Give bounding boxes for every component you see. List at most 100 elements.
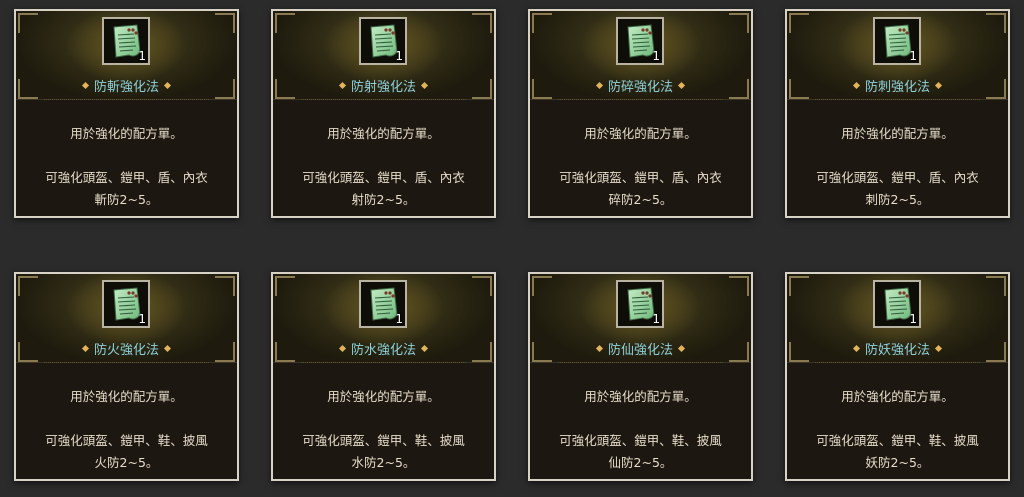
item-title-row: 防斬強化法 (16, 75, 237, 95)
item-name: 防斬強化法 (93, 80, 159, 95)
item-description: 用於強化的配方單。 (841, 126, 954, 141)
diamond-icon (677, 81, 686, 90)
item-title-row: 防水強化法 (273, 338, 494, 358)
tooltip-header: 1 防妖強化法 (787, 274, 1008, 363)
divider (558, 362, 723, 363)
item-title-row: 防仙強化法 (530, 338, 751, 358)
item-quantity: 1 (395, 312, 403, 326)
item-description: 用於強化的配方單。 (584, 126, 697, 141)
ornament-corner (472, 13, 492, 33)
item-slot[interactable]: 1 (102, 280, 150, 328)
ornament-corner (986, 13, 1006, 33)
item-name: 防碎強化法 (607, 80, 673, 95)
item-title-row: 防火強化法 (16, 338, 237, 358)
item-enhance-targets: 可強化頭盔、鎧甲、鞋、披風 (302, 433, 465, 448)
item-name: 防水強化法 (350, 343, 416, 358)
item-defense-bonus: 碎防2~5。 (608, 192, 673, 207)
item-quantity: 1 (909, 312, 917, 326)
item-tooltip-card: 1 防斬強化法 用於強化的配方單。 可強化頭盔、鎧甲、盾、內衣 斬防2~5。 (14, 9, 239, 218)
item-defense-bonus: 妖防2~5。 (865, 455, 930, 470)
ornament-corner (789, 276, 809, 296)
item-enhance-targets: 可強化頭盔、鎧甲、鞋、披風 (45, 433, 208, 448)
diamond-icon (81, 81, 90, 90)
ornament-corner (532, 13, 552, 33)
diamond-icon (338, 344, 347, 353)
item-title-row: 防妖強化法 (787, 338, 1008, 358)
item-defense-bonus: 刺防2~5。 (865, 192, 930, 207)
ornament-corner (532, 276, 552, 296)
item-slot[interactable]: 1 (616, 17, 664, 65)
item-tooltip-card: 1 防水強化法 用於強化的配方單。 可強化頭盔、鎧甲、鞋、披風 水防2~5。 (271, 272, 496, 481)
item-enhance-targets: 可強化頭盔、鎧甲、盾、內衣 (302, 170, 465, 185)
ornament-corner (472, 276, 492, 296)
ornament-corner (789, 13, 809, 33)
item-tooltip-card: 1 防射強化法 用於強化的配方單。 可強化頭盔、鎧甲、盾、內衣 射防2~5。 (271, 9, 496, 218)
item-description: 用於強化的配方單。 (584, 389, 697, 404)
ornament-corner (275, 276, 295, 296)
item-quantity: 1 (138, 312, 146, 326)
item-slot[interactable]: 1 (359, 17, 407, 65)
item-quantity: 1 (138, 49, 146, 63)
diamond-icon (163, 344, 172, 353)
item-quantity: 1 (395, 49, 403, 63)
tooltip-header: 1 防碎強化法 (530, 11, 751, 100)
item-slot[interactable]: 1 (102, 17, 150, 65)
item-name: 防刺強化法 (864, 80, 930, 95)
tooltip-header: 1 防刺強化法 (787, 11, 1008, 100)
item-tooltip-card: 1 防刺強化法 用於強化的配方單。 可強化頭盔、鎧甲、盾、內衣 刺防2~5。 (785, 9, 1010, 218)
item-tooltip-card: 1 防碎強化法 用於強化的配方單。 可強化頭盔、鎧甲、盾、內衣 碎防2~5。 (528, 9, 753, 218)
item-name: 防射強化法 (350, 80, 416, 95)
item-title-row: 防碎強化法 (530, 75, 751, 95)
divider (44, 362, 209, 363)
tooltip-header: 1 防火強化法 (16, 274, 237, 363)
ornament-corner (729, 13, 749, 33)
item-slot[interactable]: 1 (873, 280, 921, 328)
item-enhance-targets: 可強化頭盔、鎧甲、盾、內衣 (45, 170, 208, 185)
diamond-icon (420, 344, 429, 353)
tooltip-header: 1 防射強化法 (273, 11, 494, 100)
diamond-icon (934, 81, 943, 90)
item-slot[interactable]: 1 (873, 17, 921, 65)
item-defense-bonus: 射防2~5。 (351, 192, 416, 207)
diamond-icon (338, 81, 347, 90)
ornament-corner (18, 276, 38, 296)
divider (558, 99, 723, 100)
item-quantity: 1 (652, 312, 660, 326)
item-slot[interactable]: 1 (359, 280, 407, 328)
divider (815, 362, 980, 363)
item-tooltip-card: 1 防仙強化法 用於強化的配方單。 可強化頭盔、鎧甲、鞋、披風 仙防2~5。 (528, 272, 753, 481)
diamond-icon (595, 344, 604, 353)
diamond-icon (163, 81, 172, 90)
ornament-corner (215, 276, 235, 296)
ornament-corner (729, 276, 749, 296)
item-name: 防仙強化法 (607, 343, 673, 358)
ornament-corner (275, 13, 295, 33)
diamond-icon (420, 81, 429, 90)
item-description: 用於強化的配方單。 (841, 389, 954, 404)
tooltip-header: 1 防斬強化法 (16, 11, 237, 100)
item-enhance-targets: 可強化頭盔、鎧甲、盾、內衣 (559, 170, 722, 185)
divider (815, 99, 980, 100)
divider (301, 99, 466, 100)
tooltip-header: 1 防水強化法 (273, 274, 494, 363)
item-quantity: 1 (652, 49, 660, 63)
divider (44, 99, 209, 100)
item-title-row: 防刺強化法 (787, 75, 1008, 95)
item-defense-bonus: 斬防2~5。 (94, 192, 159, 207)
item-description: 用於強化的配方單。 (70, 126, 183, 141)
item-defense-bonus: 水防2~5。 (351, 455, 416, 470)
item-slot[interactable]: 1 (616, 280, 664, 328)
item-enhance-targets: 可強化頭盔、鎧甲、鞋、披風 (559, 433, 722, 448)
item-tooltip-card: 1 防妖強化法 用於強化的配方單。 可強化頭盔、鎧甲、鞋、披風 妖防2~5。 (785, 272, 1010, 481)
diamond-icon (81, 344, 90, 353)
diamond-icon (852, 81, 861, 90)
item-defense-bonus: 仙防2~5。 (608, 455, 673, 470)
divider (301, 362, 466, 363)
item-description: 用於強化的配方單。 (70, 389, 183, 404)
diamond-icon (852, 344, 861, 353)
tooltip-header: 1 防仙強化法 (530, 274, 751, 363)
item-description: 用於強化的配方單。 (327, 389, 440, 404)
ornament-corner (215, 13, 235, 33)
item-name: 防火強化法 (93, 343, 159, 358)
ornament-corner (18, 13, 38, 33)
